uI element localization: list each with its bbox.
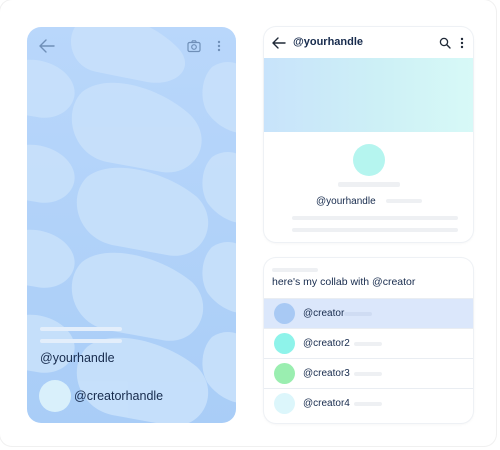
creator-list-item[interactable]: @creator (264, 298, 473, 328)
profile-title: @yourhandle (293, 36, 364, 48)
back-arrow-icon[interactable] (272, 36, 286, 49)
creator-label: @creator (303, 308, 345, 319)
creator-list-item[interactable]: @creator2 (264, 328, 473, 358)
name-placeholder-line (338, 182, 400, 187)
creator-list: @creator @creator2 @creator3 @creator4 (264, 298, 473, 418)
creator-avatar (274, 303, 295, 324)
item-placeholder-line (344, 312, 372, 316)
more-vertical-icon[interactable] (460, 36, 466, 49)
caption-placeholder-line (40, 327, 122, 331)
collab-card: here's my collab with @creator @creator … (264, 258, 473, 423)
creator-avatar (274, 333, 295, 354)
creator-label: @creator3 (303, 368, 350, 379)
meta-placeholder-line (386, 199, 422, 203)
creator-handle[interactable]: @creatorhandle (74, 389, 163, 403)
bio-placeholder-line (292, 228, 458, 232)
item-placeholder-line (354, 402, 382, 406)
creator-avatar (274, 393, 295, 414)
profile-banner (264, 58, 473, 132)
bio-placeholder-line (292, 216, 458, 220)
profile-handle: @yourhandle (316, 196, 376, 207)
item-placeholder-line (354, 342, 382, 346)
creator-avatar (39, 380, 71, 412)
story-preview: @yourhandle @creatorhandle (27, 27, 236, 423)
back-arrow-icon[interactable] (39, 39, 55, 53)
search-icon[interactable] (439, 36, 451, 49)
creator-label: @creator2 (303, 338, 350, 349)
collab-title: here's my collab with @creator (272, 276, 416, 288)
creator-list-item[interactable]: @creator4 (264, 388, 473, 418)
profile-card: @yourhandle @yourhandle (264, 27, 473, 242)
more-vertical-icon[interactable] (215, 39, 223, 53)
caption-placeholder-line (40, 339, 122, 343)
profile-avatar (353, 144, 385, 176)
creator-label: @creator4 (303, 398, 350, 409)
profile-header: @yourhandle (264, 27, 473, 57)
creator-list-item[interactable]: @creator3 (264, 358, 473, 388)
creator-avatar (274, 363, 295, 384)
item-placeholder-line (354, 372, 382, 376)
header-placeholder-line (272, 268, 318, 272)
story-handle: @yourhandle (40, 351, 115, 365)
camera-icon[interactable] (187, 39, 201, 53)
